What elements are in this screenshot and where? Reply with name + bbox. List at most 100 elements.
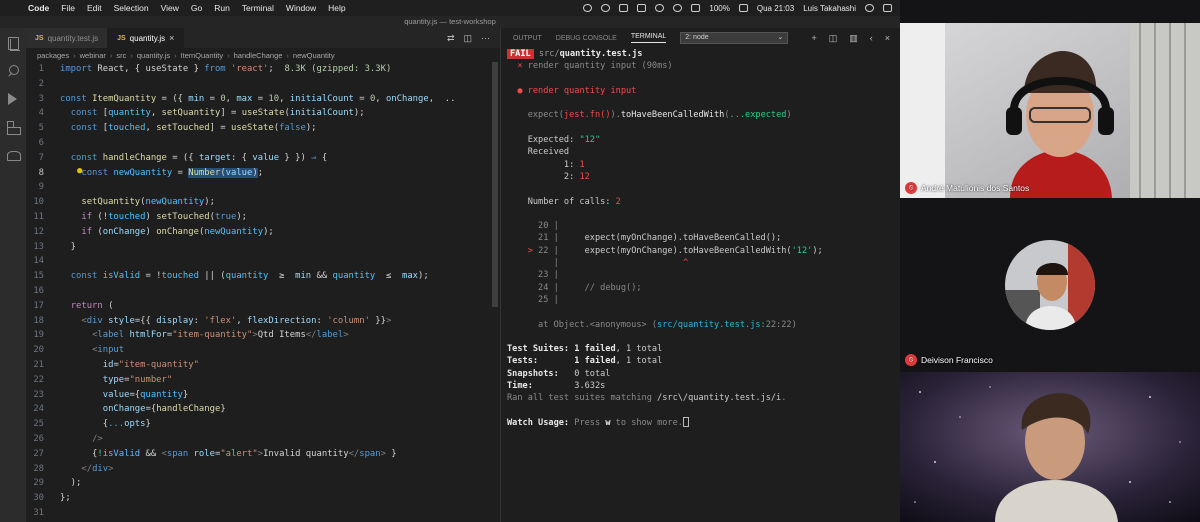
code-line[interactable]: 2 bbox=[26, 77, 500, 92]
code-text[interactable]: /> bbox=[60, 432, 103, 447]
code-line[interactable]: 7 const handleChange = ({ target: { valu… bbox=[26, 151, 500, 166]
battery-icon[interactable] bbox=[738, 4, 748, 12]
line-number[interactable]: 23 bbox=[26, 388, 60, 403]
code-line[interactable]: 12 if (onChange) onChange(newQuantity); bbox=[26, 225, 500, 240]
split-editor-icon[interactable]: ◫ bbox=[463, 33, 472, 44]
code-text[interactable]: const isValid = !touched || (quantity ≥ … bbox=[60, 269, 429, 284]
code-line[interactable]: 19 <label htmlFor="item-quantity">Qtd It… bbox=[26, 328, 500, 343]
code-line[interactable]: 6 bbox=[26, 136, 500, 151]
code-line[interactable]: 20 <input bbox=[26, 343, 500, 358]
code-line[interactable]: 28 </div> bbox=[26, 462, 500, 477]
code-line[interactable]: 10 setQuantity(newQuantity); bbox=[26, 195, 500, 210]
line-number[interactable]: 1 bbox=[26, 62, 60, 77]
line-number[interactable]: 28 bbox=[26, 462, 60, 477]
line-number[interactable]: 8 bbox=[26, 166, 60, 181]
line-number[interactable]: 17 bbox=[26, 299, 60, 314]
remote-icon[interactable] bbox=[6, 148, 21, 162]
tab-quantity-test[interactable]: JS quantity.test.js bbox=[26, 28, 109, 48]
code-text[interactable]: <div style={{ display: 'flex', flexDirec… bbox=[60, 314, 391, 329]
code-text[interactable]: value={quantity} bbox=[60, 388, 189, 403]
terminal-select[interactable]: 2: node ⌄ bbox=[680, 32, 789, 44]
menu-file[interactable]: File bbox=[55, 3, 81, 13]
line-number[interactable]: 14 bbox=[26, 254, 60, 269]
run-debug-icon[interactable] bbox=[6, 92, 20, 106]
line-number[interactable]: 26 bbox=[26, 432, 60, 447]
line-number[interactable]: 25 bbox=[26, 417, 60, 432]
menu-selection[interactable]: Selection bbox=[108, 3, 155, 13]
bluetooth-icon[interactable] bbox=[655, 4, 665, 12]
explorer-icon[interactable] bbox=[6, 36, 20, 51]
line-number[interactable]: 31 bbox=[26, 506, 60, 521]
line-number[interactable]: 29 bbox=[26, 476, 60, 491]
code-text[interactable]: type="number" bbox=[60, 373, 172, 388]
code-line[interactable]: 15 const isValid = !touched || (quantity… bbox=[26, 269, 500, 284]
code-text[interactable]: return ( bbox=[60, 299, 114, 314]
search-icon[interactable] bbox=[865, 4, 874, 12]
code-text[interactable]: <input bbox=[60, 343, 124, 358]
breadcrumb-item[interactable]: quantity.js bbox=[137, 51, 170, 60]
code-text[interactable]: const [touched, setTouched] = useState(f… bbox=[60, 121, 317, 136]
editor-scrollbar[interactable] bbox=[492, 62, 498, 307]
code-line[interactable]: 31 bbox=[26, 506, 500, 521]
code-area[interactable]: 1 import React, { useState } from 'react'… bbox=[26, 62, 500, 521]
code-text[interactable]: if (onChange) onChange(newQuantity); bbox=[60, 225, 273, 240]
breadcrumb-item[interactable]: packages bbox=[37, 51, 69, 60]
code-line[interactable]: 3 const ItemQuantity = ({ min = 0, max = … bbox=[26, 92, 500, 107]
menu-app-name[interactable]: Code bbox=[22, 3, 55, 13]
code-text[interactable]: </div> bbox=[60, 462, 113, 477]
menu-window[interactable]: Window bbox=[280, 3, 322, 13]
compare-icon[interactable]: ⇄ bbox=[447, 33, 455, 44]
line-number[interactable]: 4 bbox=[26, 106, 60, 121]
line-number[interactable]: 22 bbox=[26, 373, 60, 388]
tab-terminal[interactable]: TERMINAL bbox=[630, 33, 667, 43]
chevron-left-icon[interactable]: ‹ bbox=[870, 33, 873, 44]
code-text[interactable]: onChange={handleChange} bbox=[60, 402, 226, 417]
screen-icon[interactable] bbox=[619, 4, 629, 12]
participant-tile[interactable] bbox=[900, 372, 1200, 522]
status-circle-icon[interactable] bbox=[583, 4, 593, 12]
code-text[interactable]: <label htmlFor="item-quantity">Qtd Items… bbox=[60, 328, 349, 343]
close-panel-icon[interactable]: × bbox=[885, 33, 890, 44]
split-terminal-icon[interactable]: ◫ bbox=[829, 33, 838, 44]
breadcrumb-item[interactable]: src bbox=[116, 51, 126, 60]
code-line[interactable]: 8 const newQuantity = Number(value); bbox=[26, 166, 500, 181]
code-line[interactable]: 4 const [quantity, setQuantity] = useSta… bbox=[26, 106, 500, 121]
code-line[interactable]: 25 {...opts} bbox=[26, 417, 500, 432]
code-line[interactable]: 26 /> bbox=[26, 432, 500, 447]
code-line[interactable]: 23 value={quantity} bbox=[26, 388, 500, 403]
menu-help[interactable]: Help bbox=[322, 3, 351, 13]
display-icon[interactable] bbox=[637, 4, 647, 12]
line-number[interactable]: 20 bbox=[26, 343, 60, 358]
code-line[interactable]: 30}; bbox=[26, 491, 500, 506]
code-text[interactable]: }; bbox=[60, 491, 71, 506]
participant-tile[interactable]: ⦸ Deivison Francisco bbox=[900, 230, 1200, 370]
code-text[interactable]: const [quantity, setQuantity] = useState… bbox=[60, 106, 365, 121]
search-icon[interactable] bbox=[6, 64, 20, 78]
menu-terminal[interactable]: Terminal bbox=[236, 3, 280, 13]
control-center-icon[interactable] bbox=[883, 4, 892, 12]
code-line[interactable]: 27 {!isValid && <span role="alert">Inval… bbox=[26, 447, 500, 462]
close-icon[interactable]: × bbox=[169, 33, 174, 43]
line-number[interactable]: 19 bbox=[26, 328, 60, 343]
line-number[interactable]: 5 bbox=[26, 121, 60, 136]
code-text[interactable]: {...opts} bbox=[60, 417, 151, 432]
menu-go[interactable]: Go bbox=[185, 3, 208, 13]
code-line[interactable]: 21 id="item-quantity" bbox=[26, 358, 500, 373]
code-line[interactable]: 18 <div style={{ display: 'flex', flexDi… bbox=[26, 314, 500, 329]
code-line[interactable]: 22 type="number" bbox=[26, 373, 500, 388]
line-number[interactable]: 24 bbox=[26, 402, 60, 417]
line-number[interactable]: 11 bbox=[26, 210, 60, 225]
code-line[interactable]: 14 bbox=[26, 254, 500, 269]
code-text[interactable]: ); bbox=[60, 476, 82, 491]
code-text[interactable]: {!isValid && <span role="alert">Invalid … bbox=[60, 447, 397, 462]
line-number[interactable]: 15 bbox=[26, 269, 60, 284]
more-actions-icon[interactable]: ⋯ bbox=[481, 33, 490, 44]
code-text[interactable]: setQuantity(newQuantity); bbox=[60, 195, 215, 210]
line-number[interactable]: 12 bbox=[26, 225, 60, 240]
line-number[interactable]: 6 bbox=[26, 136, 60, 151]
line-number[interactable]: 13 bbox=[26, 240, 60, 255]
code-line[interactable]: 11 if (!touched) setTouched(true); bbox=[26, 210, 500, 225]
code-text[interactable]: import React, { useState } from 'react';… bbox=[60, 62, 391, 77]
code-text[interactable]: } bbox=[60, 240, 76, 255]
code-text[interactable]: const handleChange = ({ target: { value … bbox=[60, 151, 328, 166]
